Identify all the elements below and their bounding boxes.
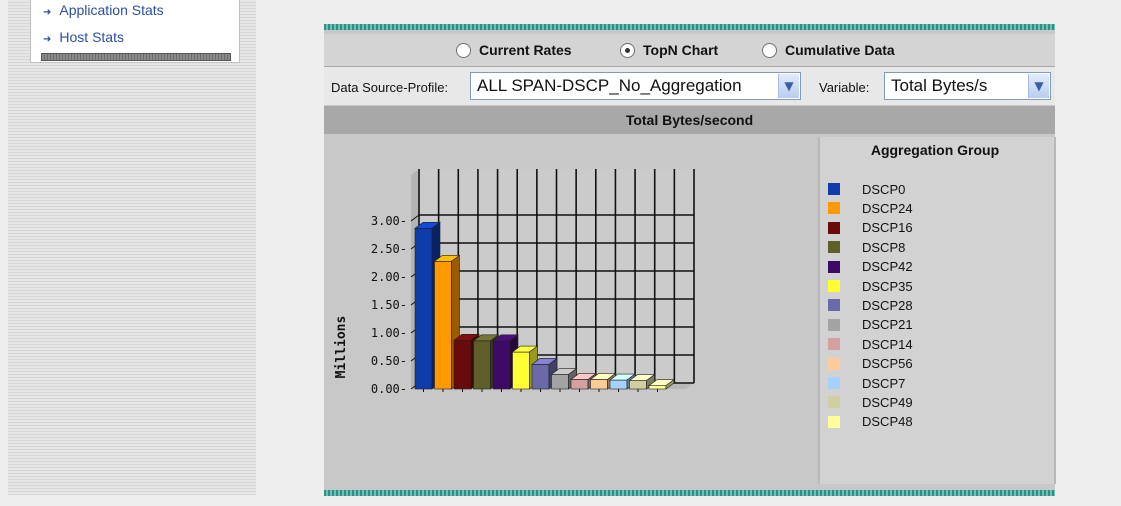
legend-item: DSCP24 (828, 199, 913, 217)
radio-current-rates[interactable]: Current Rates (456, 42, 572, 58)
legend-label: DSCP48 (862, 414, 913, 430)
legend-swatch (828, 241, 840, 254)
legend-label: DSCP24 (862, 200, 913, 216)
legend-item: DSCP8 (828, 238, 905, 256)
y-tick-label: 0.00- (371, 382, 407, 396)
chevron-right-icon: ➜ (43, 34, 52, 45)
legend-label: DSCP0 (862, 181, 906, 197)
legend-item: DSCP42 (828, 258, 913, 276)
y-axis-label: Millions (334, 316, 349, 379)
legend-label: DSCP35 (862, 278, 913, 294)
legend-item: DSCP16 (828, 219, 913, 237)
y-tick-label: 0.50- (371, 354, 407, 368)
data-source-label: Data Source-Profile: (331, 80, 449, 95)
radio-circle-icon (456, 42, 471, 58)
legend-swatch (828, 415, 840, 428)
legend-label: DSCP21 (862, 317, 913, 333)
legend-label: DSCP49 (862, 394, 913, 410)
bar-dscp42 (492, 340, 511, 390)
nav-application-stats-label: Application Stats (59, 2, 164, 18)
y-tick-label: 2.00- (371, 270, 407, 284)
radio-topn-chart[interactable]: TopN Chart (620, 42, 718, 58)
legend: Aggregation Group DSCP0 DSCP24 DSCP16 DSCP8… (818, 137, 1056, 484)
legend-item: DSCP28 (828, 296, 913, 314)
legend-item: DSCP35 (828, 277, 913, 295)
variable-label: Variable: (819, 80, 870, 95)
radio-topn-chart-label: TopN Chart (643, 42, 719, 58)
legend-item: DSCP7 (828, 374, 905, 392)
variable-select[interactable]: Total Bytes/s ▼ (884, 72, 1051, 100)
legend-item: DSCP48 (828, 413, 913, 431)
bar-chart: Millions 0.00- 0.50- 1.00- 1.50- 2.00- 2.50- 3… (334, 169, 695, 396)
legend-swatch (828, 357, 840, 370)
legend-label: DSCP7 (862, 375, 906, 391)
bar-dscp49 (629, 380, 647, 390)
bar-dscp56 (590, 379, 608, 390)
legend-swatch (828, 221, 840, 234)
legend-swatch (828, 396, 840, 409)
legend-item: DSCP21 (828, 316, 913, 334)
bar-dscp0 (414, 227, 433, 390)
panel-bottom-border (324, 490, 1055, 496)
bar-dscp28 (531, 364, 550, 390)
data-source-value: ALL SPAN-DSCP_No_Aggregation (477, 76, 742, 95)
nav-host-stats-label: Host Stats (59, 29, 124, 45)
nav-application-stats[interactable]: ➜ Application Stats (43, 2, 164, 18)
chart-title-bar: Total Bytes/second (324, 106, 1055, 134)
bar-dscp7 (609, 379, 628, 390)
bar-dscp35 (512, 351, 530, 390)
legend-swatch (828, 183, 840, 195)
chevron-down-icon[interactable]: ▼ (1028, 74, 1049, 98)
radio-selected-icon (620, 42, 635, 58)
y-tick-label: 3.00- (371, 214, 407, 228)
data-source-select[interactable]: ALL SPAN-DSCP_No_Aggregation ▼ (470, 72, 801, 100)
legend-label: DSCP28 (862, 297, 913, 313)
chevron-right-icon: ➜ (43, 7, 52, 18)
legend-swatch (828, 338, 840, 351)
chart-area: Millions 0.00- 0.50- 1.00- 1.50- 2.00- 2.50- 3… (324, 135, 1056, 486)
radio-cumulative-data[interactable]: Cumulative Data (762, 42, 895, 58)
nav-host-stats[interactable]: ➜ Host Stats (43, 29, 124, 45)
bar-dscp48 (648, 385, 667, 390)
legend-label: DSCP42 (862, 259, 913, 275)
bar-dscp8 (473, 340, 491, 390)
chart-panel: Current Rates TopN Chart Cumulative Data… (324, 24, 1056, 496)
legend-swatch (828, 299, 840, 312)
legend-swatch (828, 202, 840, 215)
y-tick-label: 2.50- (371, 242, 407, 256)
legend-label: DSCP14 (862, 336, 913, 352)
chart-title: Total Bytes/second (625, 112, 754, 128)
legend-swatch (828, 318, 840, 331)
bar-dscp14 (570, 379, 589, 390)
chevron-down-icon[interactable]: ▼ (778, 74, 799, 98)
variable-value: Total Bytes/s (891, 76, 988, 95)
filter-row: Data Source-Profile: ALL SPAN-DSCP_No_Ag… (324, 67, 1055, 105)
radio-cumulative-data-label: Cumulative Data (785, 42, 895, 58)
legend-item: DSCP0 (828, 180, 905, 198)
legend-swatch (828, 280, 840, 292)
nav-scroll-bar[interactable] (41, 53, 231, 61)
bar-dscp24 (434, 261, 452, 390)
legend-label: DSCP16 (862, 220, 913, 236)
legend-label: DSCP56 (862, 356, 913, 372)
legend-item: DSCP56 (828, 355, 913, 373)
view-mode-selector: Current Rates TopN Chart Cumulative Data (324, 34, 1055, 67)
radio-current-rates-label: Current Rates (479, 42, 572, 58)
legend-swatch (828, 377, 840, 389)
bar-dscp16 (453, 339, 472, 390)
legend-title: Aggregation Group (870, 142, 1000, 158)
stats-nav: ➜ Application Stats ➜ Host Stats (30, 0, 240, 63)
legend-label: DSCP8 (862, 239, 906, 255)
y-tick-label: 1.50- (371, 298, 407, 312)
y-tick-label: 1.00- (371, 326, 407, 340)
left-sidebar: ➜ Application Stats ➜ Host Stats (8, 0, 256, 495)
legend-item: DSCP49 (828, 393, 913, 411)
legend-swatch (828, 260, 840, 273)
panel-top-border (324, 24, 1055, 30)
legend-item: DSCP14 (828, 335, 913, 353)
radio-circle-icon (762, 42, 777, 58)
bar-dscp21 (551, 374, 569, 390)
